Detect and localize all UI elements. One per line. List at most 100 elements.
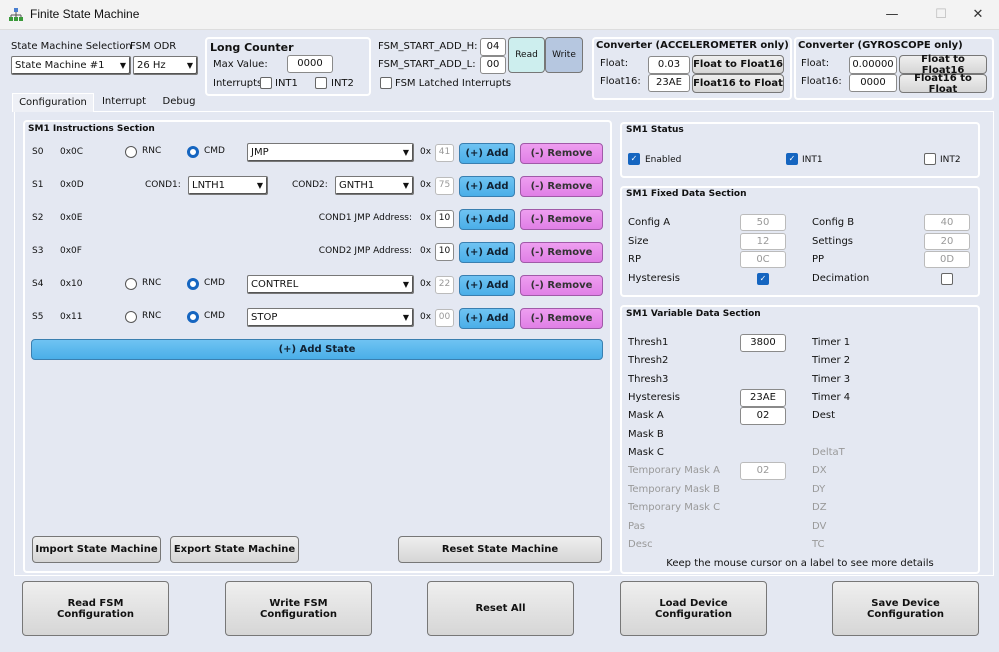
cond2-label: COND2:	[292, 180, 328, 190]
instruction-value-input[interactable]: 22	[435, 276, 454, 294]
variable-value-input: 02	[740, 462, 786, 480]
cmd-label: CMD	[204, 311, 225, 321]
conv-acc-float16-input[interactable]: 23AE	[648, 74, 690, 92]
tab-debug[interactable]: Debug	[154, 93, 204, 112]
remove-button[interactable]: (-) Remove	[520, 209, 603, 230]
fixed-value-input[interactable]: 12	[740, 233, 786, 250]
conv-acc-to-float-button[interactable]: Float16 to Float	[692, 74, 784, 93]
remove-button[interactable]: (-) Remove	[520, 176, 603, 197]
bottom-button-0[interactable]: Read FSM Configuration	[22, 581, 169, 636]
command-dropdown[interactable]: JMP▼	[247, 143, 414, 162]
instruction-value-input[interactable]: 00	[435, 309, 454, 327]
reset-state-machine-button[interactable]: Reset State Machine	[398, 536, 602, 563]
status-int2-label: INT2	[940, 155, 961, 165]
latched-checkbox[interactable]	[380, 77, 392, 89]
read-button[interactable]: Read	[508, 37, 545, 73]
add-button[interactable]: (+) Add	[459, 176, 515, 197]
write-button[interactable]: Write	[545, 37, 583, 73]
instruction-value-input[interactable]: 41	[435, 144, 454, 162]
fixed-label: Size	[628, 236, 649, 247]
fixed-value-input[interactable]: 20	[924, 233, 970, 250]
lc-int1-checkbox[interactable]	[260, 77, 272, 89]
command-dropdown-value: STOP	[251, 312, 277, 323]
fixed-value-input[interactable]: 40	[924, 214, 970, 231]
add-state-button[interactable]: (+) Add State	[31, 339, 603, 360]
bottom-button-2[interactable]: Reset All	[427, 581, 574, 636]
variable-label: Timer 2	[812, 355, 850, 366]
cmd-radio[interactable]	[187, 146, 199, 158]
state-label: S2	[32, 213, 43, 223]
instruction-value-input[interactable]: 10	[435, 243, 454, 261]
command-dropdown[interactable]: STOP ▼	[247, 308, 414, 327]
close-icon[interactable]: ✕	[958, 4, 998, 26]
tab-interrupt[interactable]: Interrupt	[94, 93, 154, 112]
remove-button[interactable]: (-) Remove	[520, 275, 603, 296]
cond1-dropdown[interactable]: LNTH1▼	[188, 176, 268, 195]
enabled-checkbox[interactable]: ✓	[628, 153, 640, 165]
long-counter-title: Long Counter	[210, 41, 294, 54]
remove-button[interactable]: (-) Remove	[520, 308, 603, 329]
enabled-label: Enabled	[645, 155, 681, 165]
fixed-value-input[interactable]: 50	[740, 214, 786, 231]
variable-label: Temporary Mask C	[628, 502, 720, 513]
bottom-button-4[interactable]: Save Device Configuration	[832, 581, 979, 636]
start-add-h-input[interactable]: 04	[480, 38, 506, 56]
export-state-machine-button[interactable]: Export State Machine	[170, 536, 299, 563]
state-address: 0x0D	[60, 180, 84, 190]
fixed-value-input[interactable]: 0D	[924, 251, 970, 268]
conv-gyro-to-float-button[interactable]: Float16 to Float	[899, 74, 987, 93]
conv-acc-float-input[interactable]: 0.03	[648, 56, 690, 74]
minimize-icon[interactable]: —	[872, 4, 912, 26]
variable-value-input[interactable]: 23AE	[740, 389, 786, 407]
jmp-address-label: COND2 JMP Address:	[250, 246, 412, 256]
state-label: S0	[32, 147, 43, 157]
conv-gyro-title: Converter (GYROSCOPE only)	[798, 40, 963, 51]
import-state-machine-button[interactable]: Import State Machine	[32, 536, 161, 563]
command-dropdown[interactable]: CONTREL▼	[247, 275, 414, 294]
variable-value-input[interactable]: 02	[740, 407, 786, 425]
remove-button[interactable]: (-) Remove	[520, 143, 603, 164]
sm-selection-dropdown[interactable]: State Machine #1▼	[11, 56, 131, 75]
conv-gyro-float16-label: Float16:	[801, 76, 842, 87]
rnc-radio[interactable]	[125, 278, 137, 290]
conv-acc-to-float16-button[interactable]: Float to Float16	[692, 55, 784, 74]
lc-int2-label: INT2	[331, 78, 354, 89]
conv-gyro-float-input[interactable]: 0.00000	[849, 56, 897, 74]
max-value-input[interactable]: 0000	[287, 55, 333, 73]
bottom-button-3[interactable]: Load Device Configuration	[620, 581, 767, 636]
chevron-down-icon: ▼	[403, 309, 409, 326]
rnc-radio[interactable]	[125, 311, 137, 323]
fixed-label: Settings	[812, 236, 853, 247]
instruction-value-input[interactable]: 75	[435, 177, 454, 195]
tab-configuration[interactable]: Configuration	[12, 93, 94, 112]
variable-value-input[interactable]: 3800	[740, 334, 786, 352]
add-button[interactable]: (+) Add	[459, 242, 515, 263]
state-address: 0x11	[60, 312, 83, 322]
cmd-radio[interactable]	[187, 311, 199, 323]
instruction-value-input[interactable]: 10	[435, 210, 454, 228]
rnc-radio[interactable]	[125, 146, 137, 158]
add-button[interactable]: (+) Add	[459, 143, 515, 164]
add-button[interactable]: (+) Add	[459, 308, 515, 329]
add-button[interactable]: (+) Add	[459, 209, 515, 230]
hysteresis-checkbox[interactable]: ✓	[757, 273, 769, 285]
start-add-l-input[interactable]: 00	[480, 56, 506, 74]
conv-gyro-to-float16-button[interactable]: Float to Float16	[899, 55, 987, 74]
conv-gyro-float16-input[interactable]: 0000	[849, 74, 897, 92]
status-int1-label: INT1	[802, 155, 823, 165]
cmd-radio[interactable]	[187, 278, 199, 290]
odr-dropdown[interactable]: 26 Hz▼	[133, 56, 198, 75]
remove-button[interactable]: (-) Remove	[520, 242, 603, 263]
variable-label: Temporary Mask B	[628, 484, 720, 495]
status-int1-checkbox[interactable]: ✓	[786, 153, 798, 165]
decimation-checkbox[interactable]	[941, 273, 953, 285]
fixed-value-input[interactable]: 0C	[740, 251, 786, 268]
chevron-down-icon: ▼	[187, 57, 193, 74]
bottom-button-1[interactable]: Write FSM Configuration	[225, 581, 372, 636]
lc-int2-checkbox[interactable]	[315, 77, 327, 89]
variable-label: Thresh3	[628, 374, 668, 385]
add-button[interactable]: (+) Add	[459, 275, 515, 296]
cond2-dropdown[interactable]: GNTH1▼	[335, 176, 414, 195]
status-int2-checkbox[interactable]	[924, 153, 936, 165]
maximize-icon[interactable]: ☐	[921, 4, 961, 26]
